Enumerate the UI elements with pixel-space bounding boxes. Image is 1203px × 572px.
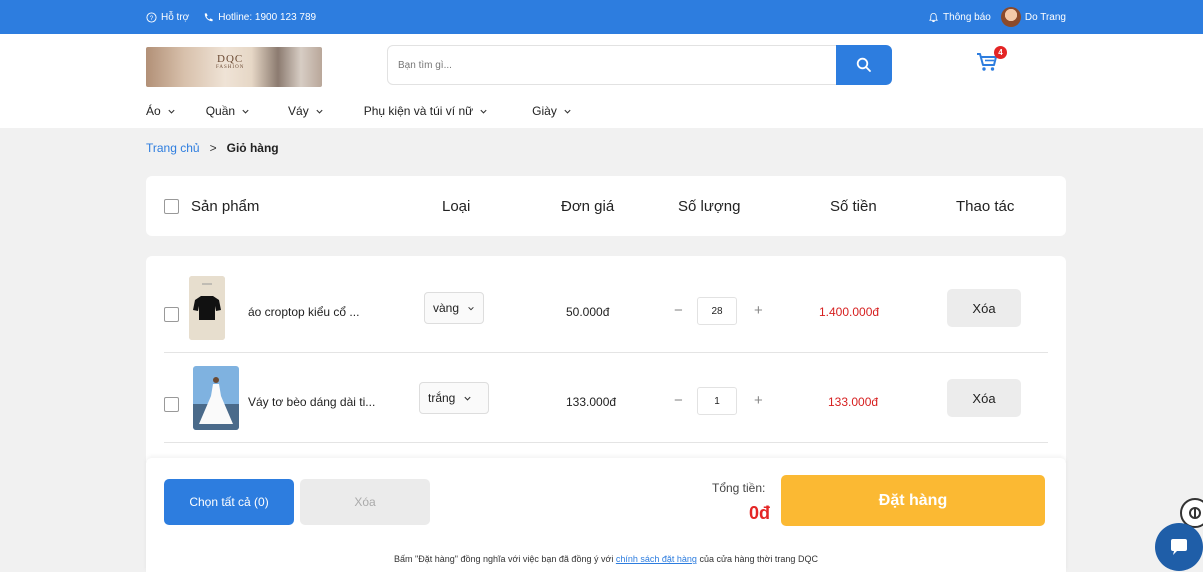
checkout-bar: Chọn tất cả (0) Xóa Tổng tiền: 0đ Đặt hà…	[146, 458, 1066, 572]
avatar	[1000, 7, 1021, 27]
table-row: áo croptop kiểu cổ ... vàng 50.000đ − 28…	[146, 263, 1066, 353]
logo[interactable]: DQC FASHION	[146, 47, 322, 87]
variant-select[interactable]: trắng	[419, 382, 489, 414]
nav-item-ao[interactable]: Áo	[146, 104, 176, 118]
variant-value: vàng	[433, 301, 460, 315]
item-subtotal: 1.400.000đ	[819, 305, 880, 319]
header-amount: Số tiền	[830, 198, 877, 215]
delete-item-button[interactable]: Xóa	[947, 289, 1021, 327]
nav-item-label: Giày	[532, 104, 557, 118]
hotline-link[interactable]: Hotline: 1900 123 789	[203, 12, 316, 23]
delete-item-button[interactable]: Xóa	[947, 379, 1021, 417]
breadcrumb-separator: >	[209, 141, 217, 155]
qty-decrease-button[interactable]: −	[674, 302, 683, 319]
order-policy-note: Bấm "Đặt hàng" đồng nghĩa với việc bạn đ…	[146, 554, 1066, 564]
policy-suffix: của cửa hàng thời trang DQC	[699, 554, 818, 564]
row-divider	[164, 442, 1048, 443]
user-name: Do Trang	[1024, 11, 1066, 23]
breadcrumb-home[interactable]: Trang chủ	[146, 141, 200, 155]
product-thumbnail[interactable]	[193, 366, 239, 430]
search-bar	[387, 45, 892, 85]
total-label: Tổng tiền:	[712, 481, 766, 495]
hotline-label: Hotline: 1900 123 789	[218, 11, 317, 23]
header-product: Sản phẩm	[191, 198, 260, 215]
nav-item-label: Phụ kiện và túi ví nữ	[363, 104, 474, 118]
product-thumbnail[interactable]	[189, 276, 225, 340]
delete-selected-button[interactable]: Xóa	[300, 479, 430, 525]
policy-prefix: Bấm "Đặt hàng" đồng nghĩa với việc bạn đ…	[394, 554, 614, 564]
qty-input[interactable]: 1	[697, 387, 737, 415]
help-circle-icon: ?	[146, 11, 157, 23]
variant-select[interactable]: vàng	[424, 292, 484, 324]
notification-link[interactable]: Thông báo	[928, 12, 991, 23]
header: DQC FASHION 4 Áo Quần Váy Phụ kiện và tú…	[0, 34, 1203, 128]
unit-price: 133.000đ	[566, 395, 617, 409]
header-actions: Thao tác	[956, 198, 1015, 215]
dress-image	[193, 366, 239, 430]
policy-link[interactable]: chính sách đặt hàng	[616, 554, 697, 564]
qty-increase-button[interactable]: +	[754, 392, 763, 409]
table-row: Váy tơ bèo dáng dài ti... trắng 133.000đ…	[146, 353, 1066, 443]
phone-icon	[205, 12, 213, 21]
place-order-button[interactable]: Đặt hàng	[781, 475, 1045, 526]
svg-text:?: ?	[150, 14, 154, 21]
chevron-down-icon	[564, 109, 571, 114]
bell-icon	[929, 12, 938, 22]
qty-decrease-button[interactable]: −	[674, 392, 683, 409]
search-icon	[856, 57, 871, 72]
nav-item-vay[interactable]: Váy	[288, 104, 324, 118]
notification-label: Thông báo	[943, 11, 991, 23]
select-all-checkbox[interactable]	[164, 199, 179, 214]
nav-item-label: Quần	[205, 104, 236, 118]
chevron-down-icon	[316, 109, 323, 114]
chevron-down-icon	[480, 109, 487, 114]
top-bar: ? Hỗ trợ Hotline: 1900 123 789 Thông báo…	[0, 0, 1203, 34]
chat-widget-button[interactable]	[1155, 523, 1203, 571]
nav-item-giay[interactable]: Giày	[532, 104, 572, 118]
chevron-down-icon	[468, 306, 474, 310]
item-checkbox[interactable]	[164, 397, 179, 412]
search-button[interactable]	[836, 45, 892, 85]
help-link[interactable]: ? Hỗ trợ	[146, 12, 189, 23]
logo-text: DQC FASHION	[216, 53, 244, 70]
help-label: Hỗ trợ	[161, 11, 190, 23]
item-subtotal: 133.000đ	[828, 395, 879, 409]
product-name[interactable]: Váy tơ bèo dáng dài ti...	[248, 395, 375, 409]
qty-increase-button[interactable]: +	[754, 302, 763, 319]
total-value: 0đ	[749, 503, 771, 523]
main-nav: Áo Quần Váy Phụ kiện và túi ví nữ Giày	[146, 101, 572, 121]
nav-item-label: Váy	[288, 104, 309, 118]
header-type: Loại	[442, 198, 471, 215]
unit-price: 50.000đ	[566, 305, 610, 319]
item-checkbox[interactable]	[164, 307, 179, 322]
header-quantity: Số lượng	[678, 198, 741, 215]
chevron-down-icon	[464, 396, 471, 401]
chevron-down-icon	[242, 109, 249, 114]
nav-item-accessories[interactable]: Phụ kiện và túi ví nữ	[364, 104, 488, 118]
logo-brand: DQC	[217, 53, 244, 65]
logo-subtitle: FASHION	[216, 65, 245, 70]
chat-bubble-icon	[1171, 539, 1187, 555]
qty-input[interactable]: 28	[697, 297, 737, 325]
chevron-down-icon	[168, 109, 175, 114]
cart-items: áo croptop kiểu cổ ... vàng 50.000đ − 28…	[146, 256, 1066, 466]
select-all-button[interactable]: Chọn tất cả (0)	[164, 479, 294, 525]
cart-table-header: Sản phẩm Loại Đơn giá Số lượng Số tiền T…	[146, 176, 1066, 236]
cart-count-badge: 4	[994, 46, 1007, 59]
user-menu[interactable]: Do Trang	[1000, 7, 1066, 27]
product-name[interactable]: áo croptop kiểu cổ ...	[248, 305, 359, 319]
breadcrumb: Trang chủ > Giỏ hàng	[146, 141, 279, 155]
croptop-image	[189, 276, 225, 340]
nav-item-label: Áo	[146, 104, 161, 118]
breadcrumb-current: Giỏ hàng	[226, 141, 279, 155]
search-input[interactable]	[398, 46, 828, 84]
variant-value: trắng	[428, 391, 456, 405]
refresh-icon	[1189, 507, 1201, 519]
header-unit-price: Đơn giá	[561, 198, 615, 215]
nav-item-quan[interactable]: Quần	[206, 104, 250, 118]
